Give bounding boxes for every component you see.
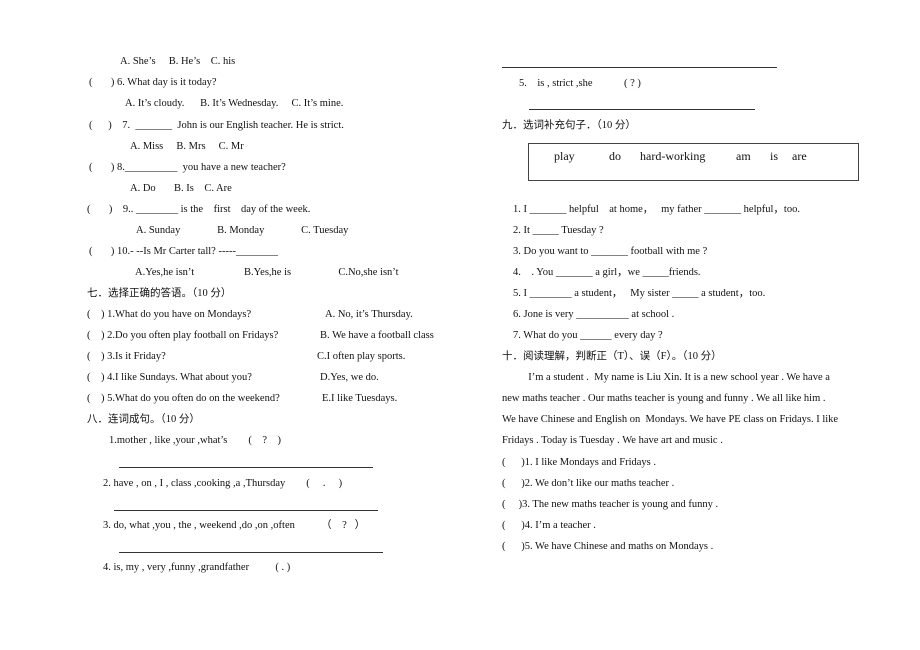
question-9: ( ) 9.. ________ is the first day of the… bbox=[87, 204, 311, 215]
s9-item: 4. . You _______ a girl，we _____friends. bbox=[513, 267, 701, 278]
passage-line: Fridays . Today is Tuesday . We have art… bbox=[502, 435, 723, 446]
q7-options: A. Miss B. Mrs C. Mr bbox=[130, 141, 244, 152]
s7-question: ( ) 5.What do you often do on the weeken… bbox=[87, 393, 280, 404]
s8-item: 4. is, my , very ,funny ,grandfather ( .… bbox=[103, 562, 291, 573]
question-7: ( ) 7. _______ John is our English teach… bbox=[89, 120, 344, 131]
s9-item: 2. It _____ Tuesday ? bbox=[513, 225, 604, 236]
s7-question: ( ) 3.Is it Friday? bbox=[87, 351, 166, 362]
section-7-title: 七．选择正确的答语。（10 分） bbox=[87, 288, 232, 299]
word: play bbox=[554, 149, 575, 163]
s10-item: ( )1. I like Mondays and Fridays . bbox=[502, 457, 656, 468]
passage-line: new maths teacher . Our maths teacher is… bbox=[502, 393, 826, 404]
s10-item: ( )5. We have Chinese and maths on Monda… bbox=[502, 541, 714, 552]
section-9-title: 九．选词补充句子．（10 分） bbox=[502, 120, 636, 131]
answer-line bbox=[529, 109, 755, 110]
question-8: ( ) 8.__________ you have a new teacher? bbox=[89, 162, 286, 173]
word: are bbox=[792, 149, 807, 163]
passage-line: We have Chinese and English on Mondays. … bbox=[502, 414, 839, 425]
answer-line bbox=[119, 467, 373, 468]
s7-question: ( ) 1.What do you have on Mondays? bbox=[87, 309, 252, 320]
s8-item: 5. is , strict ,she ( ? ) bbox=[519, 78, 641, 89]
s9-item: 3. Do you want to _______ football with … bbox=[513, 246, 708, 257]
exam-page: A. She’s B. He’s C. his ( ) 6. What day … bbox=[0, 0, 920, 650]
answer-line bbox=[114, 510, 378, 511]
question-6: ( ) 6. What day is it today? bbox=[89, 77, 217, 88]
section-8-title: 八．连词成句。（10 分） bbox=[87, 414, 200, 425]
question-10: ( ) 10.- --Is Mr Carter tall? -----_____… bbox=[89, 246, 278, 257]
word: hard-working bbox=[640, 149, 706, 163]
s7-question: ( ) 4.I like Sundays. What about you? bbox=[87, 372, 252, 383]
s10-item: ( )3. The new maths teacher is young and… bbox=[502, 499, 719, 510]
section-10-title: 十．阅读理解，判断正（T）、误（F）。（10 分） bbox=[502, 351, 722, 362]
word-box: play do hard-working am is are bbox=[528, 143, 859, 181]
word: am bbox=[736, 149, 751, 163]
s10-item: ( )2. We don’t like our maths teacher . bbox=[502, 478, 675, 489]
s9-item: 6. Jone is very __________ at school . bbox=[513, 309, 675, 320]
answer-line bbox=[502, 67, 777, 68]
q8-options: A. Do B. Is C. Are bbox=[130, 183, 232, 194]
s10-item: ( )4. I’m a teacher . bbox=[502, 520, 596, 531]
s8-item: 2. have , on , I , class ,cooking ,a ,Th… bbox=[103, 478, 343, 489]
s8-item: 3. do, what ,you , the , weekend ,do ,on… bbox=[103, 520, 366, 531]
s7-answer: C.I often play sports. bbox=[317, 351, 406, 362]
word: is bbox=[770, 149, 779, 163]
s9-item: 1. I _______ helpful at home， my father … bbox=[513, 204, 800, 215]
s9-item: 5. I ________ a student， My sister _____… bbox=[513, 288, 766, 299]
s7-question: ( ) 2.Do you often play football on Frid… bbox=[87, 330, 279, 341]
s7-answer: E.I like Tuesdays. bbox=[322, 393, 398, 404]
q5-options: A. She’s B. He’s C. his bbox=[120, 56, 236, 67]
s7-answer: A. No, it’s Thursday. bbox=[325, 309, 413, 320]
s9-item: 7. What do you ______ every day ? bbox=[513, 330, 663, 341]
s8-item: 1.mother , like ,your ,what’s ( ? ) bbox=[109, 435, 282, 446]
s7-answer: B. We have a football class bbox=[320, 330, 434, 341]
q10-options: A.Yes,he isn’t B.Yes,he is C.No,she isn’… bbox=[135, 267, 399, 278]
q6-options: A. It’s cloudy. B. It’s Wednesday. C. It… bbox=[125, 98, 344, 109]
answer-line bbox=[119, 552, 383, 553]
word: do bbox=[609, 149, 621, 163]
passage-line: I’m a student . My name is Liu Xin. It i… bbox=[502, 372, 830, 383]
q9-options: A. Sunday B. Monday C. Tuesday bbox=[136, 225, 349, 236]
s7-answer: D.Yes, we do. bbox=[320, 372, 379, 383]
